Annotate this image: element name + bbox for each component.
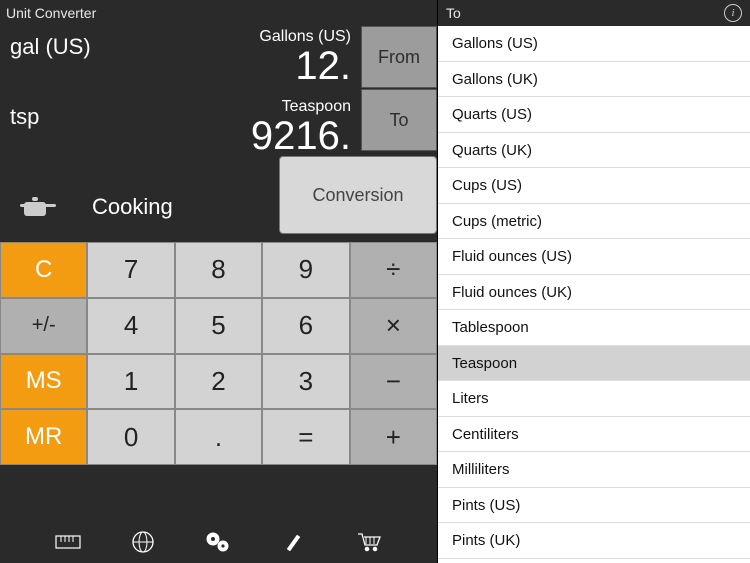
right-panel-header: To i [438,0,750,26]
pot-icon [8,187,68,227]
equals-button[interactable]: = [262,409,349,465]
unit-list-item[interactable]: Fluid ounces (UK) [438,275,750,311]
to-value: 9216. [110,116,351,156]
globe-icon[interactable] [129,528,157,556]
unit-list-item[interactable]: Fluid ounces (US) [438,239,750,275]
unit-list-item[interactable]: Pints (US) [438,488,750,524]
unit-list-item[interactable]: Quarts (US) [438,97,750,133]
key-5[interactable]: 5 [175,298,262,354]
info-icon[interactable]: i [724,4,742,22]
unit-list-item[interactable]: Gallons (UK) [438,62,750,98]
key-3[interactable]: 3 [262,354,349,410]
key-8[interactable]: 8 [175,242,262,298]
unit-list-item[interactable]: Quarts (UK) [438,133,750,169]
from-button[interactable]: From [361,26,437,88]
settings-icon[interactable] [204,528,232,556]
to-unit-abbr: tsp [0,96,110,130]
ms-button[interactable]: MS [0,354,87,410]
bottom-toolbar [0,521,437,563]
unit-list-item[interactable]: Milliliters [438,452,750,488]
conversion-button[interactable]: Conversion [279,156,437,234]
from-unit-abbr: gal (US) [0,26,110,60]
cart-icon[interactable] [355,528,383,556]
key-6[interactable]: 6 [262,298,349,354]
to-button[interactable]: To [361,89,437,151]
sign-button[interactable]: +/- [0,298,87,354]
key-1[interactable]: 1 [87,354,174,410]
unit-list-item[interactable]: Centiliters [438,417,750,453]
titlebar: Unit Converter [0,0,437,26]
unit-list-item[interactable]: Tablespoon [438,310,750,346]
mr-button[interactable]: MR [0,409,87,465]
category-label: Cooking [92,194,173,220]
key-0[interactable]: 0 [87,409,174,465]
multiply-button[interactable]: × [350,298,437,354]
right-panel-title: To [446,5,461,21]
key-4[interactable]: 4 [87,298,174,354]
subtract-button[interactable]: − [350,354,437,410]
pen-icon[interactable] [280,528,308,556]
decimal-button[interactable]: . [175,409,262,465]
add-button[interactable]: + [350,409,437,465]
key-7[interactable]: 7 [87,242,174,298]
from-value: 12. [110,46,351,86]
unit-list-item[interactable]: Cups (metric) [438,204,750,240]
app-title: Unit Converter [6,0,96,26]
conversion-display: gal (US) Gallons (US) 12. tsp Teaspoon 9… [0,26,437,172]
unit-list-item[interactable]: Cups (US) [438,168,750,204]
unit-list-item[interactable]: Liters [438,381,750,417]
unit-list-item[interactable]: Pints (UK) [438,523,750,559]
unit-list-item[interactable]: Gallons (US) [438,26,750,62]
key-2[interactable]: 2 [175,354,262,410]
unit-list[interactable]: Gallons (US)Gallons (UK)Quarts (US)Quart… [438,26,750,563]
clear-button[interactable]: C [0,242,87,298]
divide-button[interactable]: ÷ [350,242,437,298]
keypad: C 7 8 9 ÷ +/- 4 5 6 × MS 1 2 3 − MR 0 . … [0,242,437,521]
ruler-icon[interactable] [54,528,82,556]
key-9[interactable]: 9 [262,242,349,298]
category-row: Cooking Conversion [0,172,437,242]
unit-list-item[interactable]: Teaspoon [438,346,750,382]
